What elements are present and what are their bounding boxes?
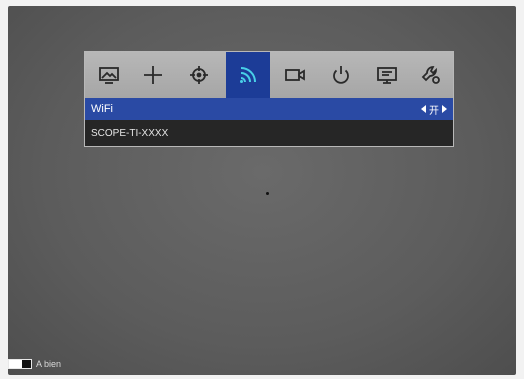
center-reticle	[266, 192, 269, 195]
footer-text: A bien	[36, 359, 62, 369]
menu-icon-bar	[85, 52, 453, 98]
crosshair-icon[interactable]	[133, 54, 173, 96]
wifi-label: WiFi	[91, 103, 113, 115]
battery-icon	[8, 359, 32, 369]
wifi-setting-row[interactable]: WiFi 开	[85, 98, 453, 120]
wifi-value-selector[interactable]: 开	[421, 102, 447, 117]
wifi-value: 开	[429, 105, 439, 117]
ssid-row: SCOPE-TI-XXXX	[85, 120, 453, 146]
status-footer: A bien	[8, 357, 61, 371]
video-camera-icon[interactable]	[275, 54, 315, 96]
settings-menu: WiFi 开 SCOPE-TI-XXXX	[84, 51, 454, 147]
arrow-left-icon[interactable]	[421, 105, 426, 113]
arrow-right-icon[interactable]	[442, 105, 447, 113]
wifi-icon[interactable]	[226, 52, 270, 98]
settings-icon[interactable]	[411, 54, 451, 96]
ssid-text: SCOPE-TI-XXXX	[91, 127, 169, 139]
display-icon[interactable]	[367, 54, 407, 96]
device-screen: WiFi 开 SCOPE-TI-XXXX	[8, 6, 516, 375]
image-icon[interactable]	[89, 54, 129, 96]
power-icon[interactable]	[321, 54, 361, 96]
focus-icon[interactable]	[179, 54, 219, 96]
